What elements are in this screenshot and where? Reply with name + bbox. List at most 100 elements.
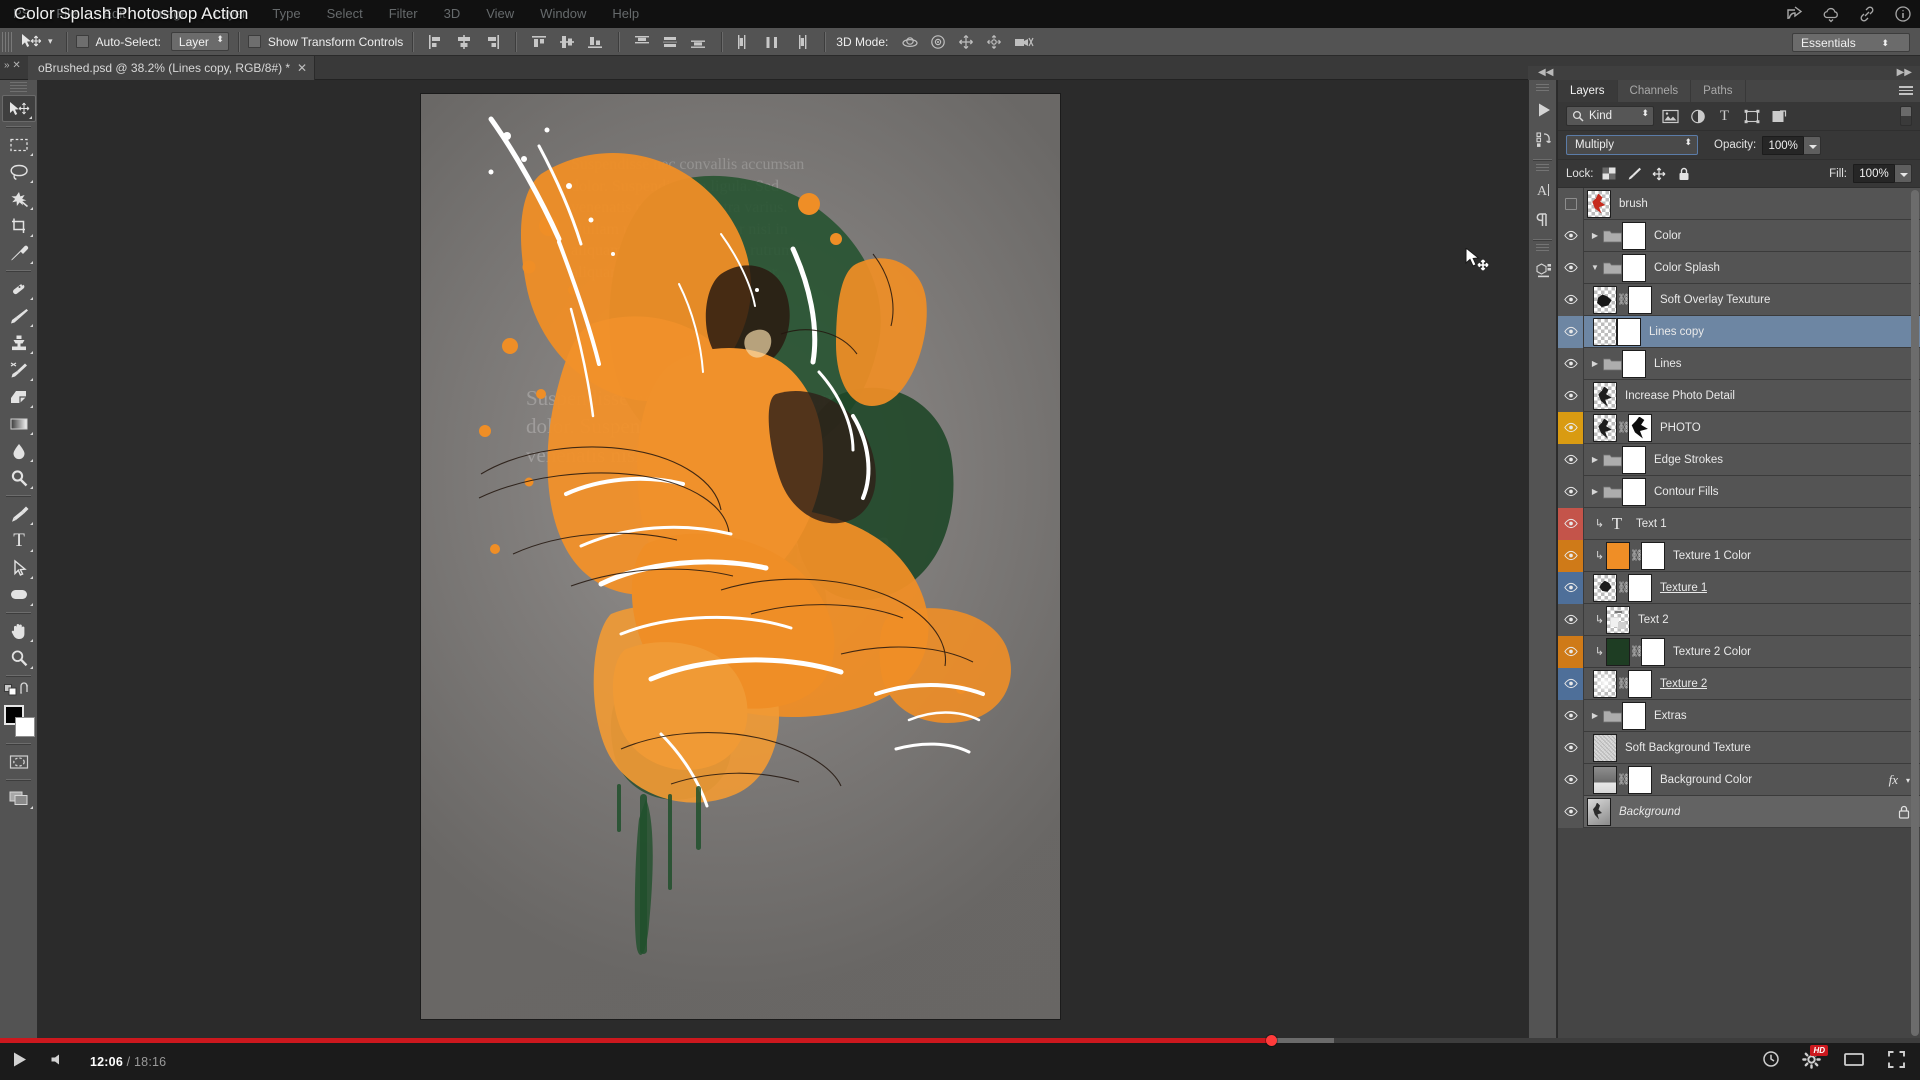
dodge-tool[interactable] <box>2 464 36 491</box>
layer-row[interactable]: ⛓ Texture 1 <box>1558 571 1920 604</box>
layer-mask-thumbnail[interactable] <box>1641 637 1665 666</box>
layer-mask-thumbnail[interactable] <box>1617 317 1641 346</box>
active-tool-preview[interactable]: ▾ <box>16 33 57 51</box>
layer-visibility-toggle[interactable] <box>1558 475 1584 508</box>
spot-healing-brush-tool[interactable] <box>2 275 36 302</box>
layer-visibility-toggle[interactable] <box>1558 795 1584 828</box>
swap-colors-icon[interactable] <box>19 682 33 701</box>
layer-thumbnail[interactable] <box>1606 637 1630 666</box>
gradient-tool[interactable] <box>2 410 36 437</box>
layer-effects-badge[interactable]: fx ▾ <box>1889 764 1910 796</box>
artboard[interactable]: Suspendisse nec convallis accumsan dolor… <box>421 94 1060 1019</box>
brush-tool[interactable] <box>2 302 36 329</box>
layer-body[interactable]: ▶ Edge Strokes <box>1584 445 1920 474</box>
layer-name[interactable]: Texture 2 <box>1660 678 1707 690</box>
layer-thumbnail[interactable] <box>1587 797 1611 826</box>
layer-name[interactable]: Background Color <box>1660 774 1752 786</box>
blur-tool[interactable] <box>2 437 36 464</box>
layer-name[interactable]: Texture 1 Color <box>1673 550 1751 562</box>
pan-3d-icon[interactable] <box>956 33 976 51</box>
layer-row[interactable]: ⛓ PHOTO <box>1558 411 1920 444</box>
layer-row[interactable]: ↳ Text 2 <box>1558 603 1920 636</box>
layer-row[interactable]: ▶ Color <box>1558 219 1920 252</box>
layer-visibility-toggle[interactable] <box>1558 347 1584 380</box>
filter-toggle-switch[interactable] <box>1900 106 1912 126</box>
move-tool[interactable] <box>2 95 36 122</box>
slide-3d-icon[interactable] <box>984 33 1004 51</box>
distribute-top-icon[interactable] <box>632 33 652 51</box>
layer-visibility-toggle[interactable] <box>1558 571 1584 604</box>
layer-thumbnail[interactable] <box>1593 285 1617 314</box>
panel-menu-icon[interactable] <box>1899 86 1913 96</box>
layer-name[interactable]: Text 1 <box>1636 518 1667 530</box>
layer-name[interactable]: Color <box>1654 230 1681 242</box>
info-icon[interactable] <box>1894 5 1912 23</box>
share-icon[interactable] <box>1786 5 1804 23</box>
menu-item-filter[interactable]: Filter <box>376 0 431 28</box>
hand-tool[interactable] <box>2 617 36 644</box>
layer-name[interactable]: Color Splash <box>1654 262 1720 274</box>
gear-icon[interactable]: HD <box>1802 1044 1828 1074</box>
align-vertical-centers-icon[interactable] <box>557 33 577 51</box>
layer-thumbnail[interactable] <box>1593 413 1617 442</box>
layer-name[interactable]: Increase Photo Detail <box>1625 390 1735 402</box>
align-horizontal-centers-icon[interactable] <box>454 33 474 51</box>
group-disclosure-triangle[interactable]: ▶ <box>1587 359 1603 368</box>
paragraph-panel-icon[interactable] <box>1529 205 1558 235</box>
layer-body[interactable]: ▼ Color Splash <box>1584 253 1920 282</box>
pen-tool[interactable] <box>2 500 36 527</box>
layer-mask-thumbnail[interactable] <box>1628 765 1652 794</box>
layer-name[interactable]: Soft Background Texture <box>1625 742 1751 754</box>
layer-body[interactable]: ⛓ Texture 1 <box>1584 573 1920 602</box>
layer-name[interactable]: Text 2 <box>1638 614 1669 626</box>
layer-body[interactable]: ↳ Text 2 <box>1584 605 1920 634</box>
link-icon[interactable] <box>1858 5 1876 23</box>
layer-row[interactable]: ▶ Extras <box>1558 699 1920 732</box>
layer-body[interactable]: ⛓ PHOTO <box>1584 413 1920 442</box>
eraser-tool[interactable] <box>2 383 36 410</box>
mask-link-icon[interactable]: ⛓ <box>1617 677 1631 690</box>
group-disclosure-triangle[interactable]: ▼ <box>1587 263 1603 272</box>
screen-mode-icon[interactable] <box>2 784 36 811</box>
layer-body[interactable]: ▶ Lines <box>1584 349 1920 378</box>
layer-body[interactable]: ▶ Contour Fills <box>1584 477 1920 506</box>
layer-row[interactable]: ▶ Contour Fills <box>1558 475 1920 508</box>
group-disclosure-triangle[interactable]: ▶ <box>1587 231 1603 240</box>
workspace-switcher[interactable]: Essentials ⬍ <box>1792 33 1910 52</box>
layer-mask-thumbnail[interactable] <box>1628 669 1652 698</box>
align-bottom-edges-icon[interactable] <box>585 33 605 51</box>
layer-visibility-toggle[interactable] <box>1558 731 1584 764</box>
path-selection-tool[interactable] <box>2 554 36 581</box>
filter-type-layers-icon[interactable]: T <box>1714 107 1735 126</box>
mask-link-icon[interactable]: ⛓ <box>1630 549 1644 562</box>
distribute-right-icon[interactable] <box>791 33 811 51</box>
history-play-icon[interactable] <box>1529 95 1558 125</box>
scale-3d-camera-icon[interactable] <box>1012 33 1034 51</box>
zoom-tool[interactable] <box>2 644 36 671</box>
layer-visibility-toggle[interactable] <box>1558 315 1584 348</box>
layer-mask-thumbnail[interactable] <box>1622 349 1646 378</box>
auto-select-scope-dropdown[interactable]: Layer ⬍ <box>170 32 229 51</box>
layer-name[interactable]: Texture 2 Color <box>1673 646 1751 658</box>
layer-name[interactable]: Extras <box>1654 710 1687 722</box>
lock-transparent-pixels-icon[interactable] <box>1600 165 1619 183</box>
opacity-input[interactable]: 100% <box>1762 135 1805 155</box>
menu-item-type[interactable]: Type <box>259 0 313 28</box>
layer-body[interactable]: ▶ Color <box>1584 221 1920 250</box>
layer-row[interactable]: brush <box>1558 188 1920 220</box>
layer-thumbnail[interactable] <box>1606 541 1630 570</box>
distribute-horizontal-center-icon[interactable] <box>763 33 783 51</box>
blend-mode-dropdown[interactable]: Multiply ⬍ <box>1566 135 1698 155</box>
default-colors-icon[interactable] <box>4 682 19 701</box>
distribute-vertical-center-icon[interactable] <box>660 33 680 51</box>
layer-row[interactable]: ⛓ Soft Overlay Texuture <box>1558 283 1920 316</box>
roll-3d-icon[interactable] <box>928 33 948 51</box>
layer-body[interactable]: Background <box>1584 797 1920 826</box>
actions-icon[interactable] <box>1529 125 1558 155</box>
layer-name[interactable]: PHOTO <box>1660 422 1701 434</box>
layer-name[interactable]: Texture 1 <box>1660 582 1707 594</box>
layer-visibility-toggle[interactable] <box>1558 667 1584 700</box>
menu-item-select[interactable]: Select <box>314 0 376 28</box>
filter-smart-object-icon[interactable] <box>1768 107 1789 126</box>
expand-tabs-icon[interactable]: » ✕ <box>4 60 21 71</box>
